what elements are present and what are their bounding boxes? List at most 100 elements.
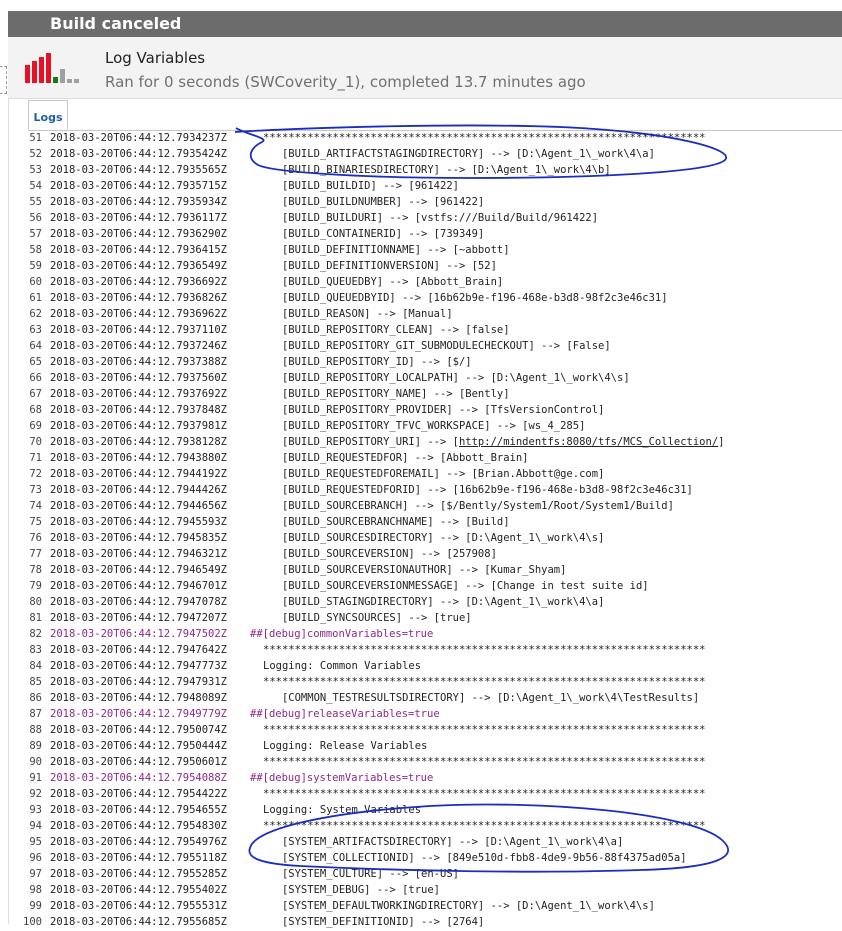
log-line-number[interactable]: 70 [8,435,42,449]
log-message: [SYSTEM_DEFINITIONID] --> [2764] [263,915,484,929]
log-line-number[interactable]: 82 [8,627,42,641]
log-line-number[interactable]: 76 [8,531,42,545]
log-line-number[interactable]: 96 [8,851,42,865]
log-line-number[interactable]: 75 [8,515,42,529]
log-line-number[interactable]: 89 [8,739,42,753]
log-timestamp: 2018-03-20T06:44:12.7937848Z [50,404,228,416]
log-timestamp: 2018-03-20T06:44:12.7954655Z [50,804,228,816]
log-line: 84 2018-03-20T06:44:12.7947773Z Logging: C… [8,659,842,675]
log-line: 95 2018-03-20T06:44:12.7954976Z [SYSTEM_A… [8,835,842,851]
log-line-number[interactable]: 94 [8,819,42,833]
log-line-number[interactable]: 79 [8,579,42,593]
log-line: 93 2018-03-20T06:44:12.7954655Z Logging: S… [8,803,842,819]
log-line-number[interactable]: 74 [8,499,42,513]
log-line-number[interactable]: 77 [8,547,42,561]
log-line-number[interactable]: 56 [8,211,42,225]
log-message: ****************************************… [263,755,706,769]
log-line-number[interactable]: 55 [8,195,42,209]
log-timestamp: 2018-03-20T06:44:12.7950444Z [50,740,228,752]
build-history-icon[interactable] [25,53,79,83]
log-line-number[interactable]: 66 [8,371,42,385]
log-message-text: [BUILD_QUEUEDBY] --> [Abbott_Brain] [263,276,504,288]
log-timestamp: 2018-03-20T06:44:12.7955402Z [50,884,228,896]
log-line: 58 2018-03-20T06:44:12.7936415Z [BUILD_DE… [8,243,842,259]
log-timestamp: 2018-03-20T06:44:12.7936117Z [50,212,228,224]
log-line-number[interactable]: 72 [8,467,42,481]
log-line-number[interactable]: 87 [8,707,42,721]
log-line-number[interactable]: 84 [8,659,42,673]
log-message: ****************************************… [263,819,706,833]
log-message: [BUILD_SOURCEVERSION] --> [257908] [263,547,497,561]
log-link[interactable]: http://mindentfs:8080/tfs/MCS_Collection… [459,436,718,448]
log-line-number[interactable]: 54 [8,179,42,193]
log-line-number[interactable]: 68 [8,403,42,417]
log-line-number[interactable]: 81 [8,611,42,625]
log-line-number[interactable]: 63 [8,323,42,337]
log-line-number[interactable]: 53 [8,163,42,177]
log-line-number[interactable]: 64 [8,339,42,353]
log-message-text: [BUILD_STAGINGDIRECTORY] --> [D:\Agent_1… [263,596,605,608]
log-line-number[interactable]: 61 [8,291,42,305]
log-timestamp: 2018-03-20T06:44:12.7955685Z [50,916,228,928]
log-line-number[interactable]: 97 [8,867,42,881]
log-timestamp: 2018-03-20T06:44:12.7947207Z [50,612,228,624]
log-timestamp: 2018-03-20T06:44:12.7936290Z [50,228,228,240]
log-line-number[interactable]: 90 [8,755,42,769]
log-message: [BUILD_REPOSITORY_GIT_SUBMODULECHECKOUT]… [263,339,611,353]
log-line-number[interactable]: 95 [8,835,42,849]
log-timestamp: 2018-03-20T06:44:12.7945593Z [50,516,228,528]
log-line-number[interactable]: 98 [8,883,42,897]
log-timestamp: 2018-03-20T06:44:12.7937110Z [50,324,228,336]
tab-logs[interactable]: Logs [28,100,68,130]
log-line-number[interactable]: 83 [8,643,42,657]
log-line-number[interactable]: 67 [8,387,42,401]
log-timestamp: 2018-03-20T06:44:12.7948089Z [50,692,228,704]
log-line: 87 2018-03-20T06:44:12.7949779Z ##[debug]r… [8,707,842,723]
log-line-number[interactable]: 99 [8,899,42,913]
log-line-number[interactable]: 91 [8,771,42,785]
log-message: ##[debug]commonVariables=true [250,627,433,641]
log-line-number[interactable]: 65 [8,355,42,369]
log-message-text: [BUILD_SOURCEBRANCH] --> [$/Bently/Syste… [263,500,674,512]
log-message: [BUILD_BUILDURI] --> [vstfs:///Build/Bui… [263,211,598,225]
log-message-text: Logging: Release Variables [263,740,428,752]
log-message-text: [BUILD_REPOSITORY_CLEAN] --> [false] [263,324,510,336]
log-line-number[interactable]: 52 [8,147,42,161]
log-line-number[interactable]: 51 [8,131,42,145]
log-line-number[interactable]: 86 [8,691,42,705]
log-line-number[interactable]: 62 [8,307,42,321]
log-timestamp: 2018-03-20T06:44:12.7954088Z [50,772,228,784]
log-line-number[interactable]: 58 [8,243,42,257]
log-timestamp: 2018-03-20T06:44:12.7935934Z [50,196,228,208]
log-line: 77 2018-03-20T06:44:12.7946321Z [BUILD_SO… [8,547,842,563]
panel-resize-handle[interactable] [0,66,7,94]
log-line-number[interactable]: 73 [8,483,42,497]
log-message: [BUILD_REPOSITORY_PROVIDER] --> [TfsVers… [263,403,604,417]
log-line-number[interactable]: 88 [8,723,42,737]
log-line: 99 2018-03-20T06:44:12.7955531Z [SYSTEM_D… [8,899,842,915]
log-line: 62 2018-03-20T06:44:12.7936962Z [BUILD_RE… [8,307,842,323]
log-timestamp: 2018-03-20T06:44:12.7945835Z [50,532,228,544]
log-line-number[interactable]: 78 [8,563,42,577]
log-line: 54 2018-03-20T06:44:12.7935715Z [BUILD_BU… [8,179,842,195]
log-line: 68 2018-03-20T06:44:12.7937848Z [BUILD_RE… [8,403,842,419]
log-line-number[interactable]: 59 [8,259,42,273]
log-message: ##[debug]releaseVariables=true [250,707,440,721]
log-message-text: [BUILD_DEFINITIONNAME] --> [~abbott] [263,244,510,256]
log-message-text: ##[debug]systemVariables=true [250,772,434,784]
task-run-info: Ran for 0 seconds (SWCoverity_1), comple… [105,73,586,91]
log-line-number[interactable]: 80 [8,595,42,609]
log-line-number[interactable]: 85 [8,675,42,689]
log-line-number[interactable]: 60 [8,275,42,289]
log-message-text: [BUILD_BINARIESDIRECTORY] --> [D:\Agent_… [263,164,611,176]
log-line-number[interactable]: 57 [8,227,42,241]
log-line: 65 2018-03-20T06:44:12.7937388Z [BUILD_RE… [8,355,842,371]
log-line-number[interactable]: 71 [8,451,42,465]
log-line-number[interactable]: 69 [8,419,42,433]
log-message-text: Logging: System Variables [263,804,422,816]
log-line-number[interactable]: 93 [8,803,42,817]
log-message: [BUILD_REPOSITORY_URI] --> [http://minde… [263,435,725,449]
log-viewer[interactable]: 51 2018-03-20T06:44:12.7934237Z **********… [8,131,842,931]
log-line-number[interactable]: 92 [8,787,42,801]
log-line-number[interactable]: 100 [8,915,42,929]
